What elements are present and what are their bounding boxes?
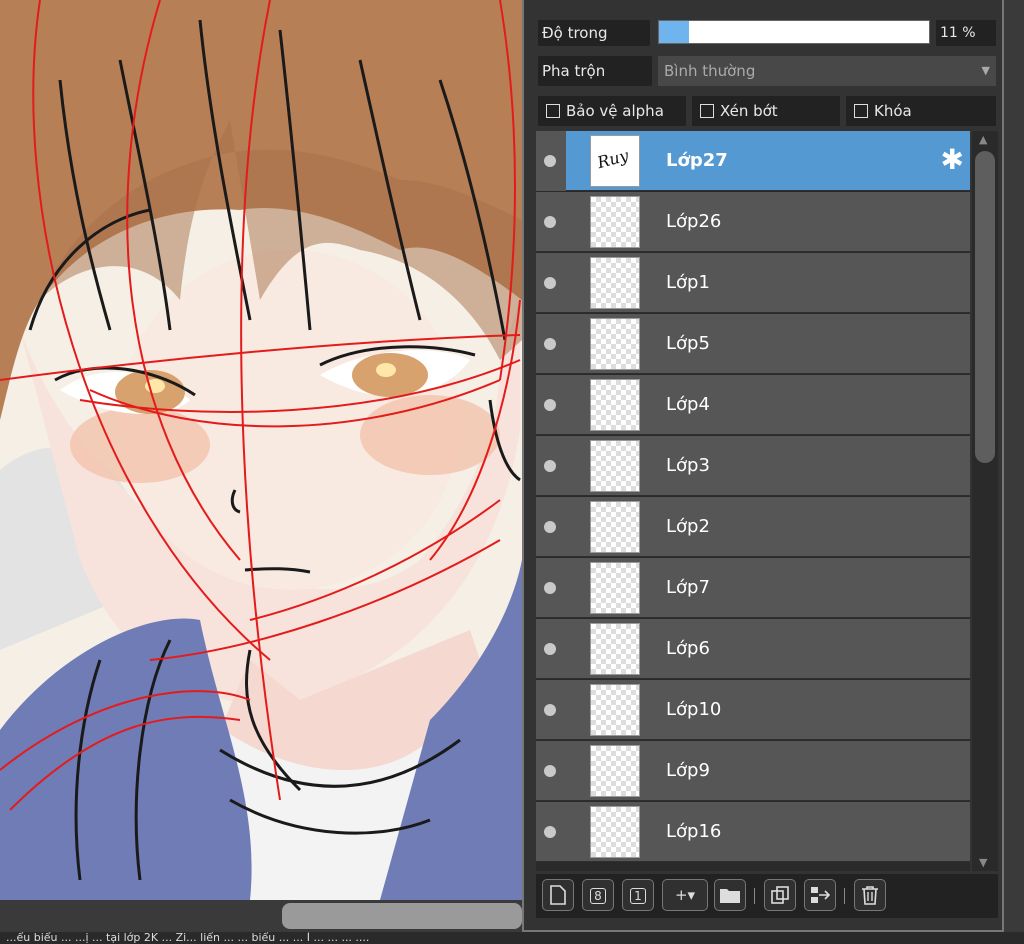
layer-thumbnail	[590, 501, 640, 553]
layer-thumbnail	[590, 379, 640, 431]
layer-name: Lớp5	[666, 333, 710, 354]
scrollbar-thumb[interactable]	[282, 903, 522, 929]
visibility-toggle-icon[interactable]	[544, 582, 556, 594]
new-1bit-layer-icon: 1	[630, 888, 646, 904]
canvas-horizontal-scrollbar[interactable]	[0, 900, 522, 932]
layer-row[interactable]: Lớp10	[536, 680, 970, 740]
checkbox-box	[854, 104, 868, 118]
layer-thumbnail	[590, 745, 640, 797]
lock-label: Khóa	[874, 102, 912, 120]
new-8bit-layer-button[interactable]: 8	[582, 879, 614, 911]
status-bar: ...ểu biểu ... ...ị ... tại lớp 2K ... Z…	[0, 932, 1024, 944]
lock-checkbox[interactable]: Khóa	[846, 96, 996, 126]
layer-row[interactable]: Lớp3	[536, 436, 970, 496]
visibility-toggle-icon[interactable]	[544, 704, 556, 716]
layer-name: Lớp7	[666, 577, 710, 598]
clipping-label: Xén bớt	[720, 102, 778, 120]
chevron-down-icon: ▼	[981, 64, 990, 77]
layer-thumbnail	[590, 257, 640, 309]
merge-down-icon	[811, 887, 831, 903]
visibility-toggle-icon[interactable]	[544, 460, 556, 472]
scroll-down-icon[interactable]: ▼	[979, 856, 987, 869]
add-layer-dropdown-icon: +▾	[674, 886, 696, 904]
opacity-slider-fill	[659, 21, 689, 43]
duplicate-layer-button[interactable]	[764, 879, 796, 911]
layer-name: Lớp3	[666, 455, 710, 476]
layer-thumbnail	[590, 562, 640, 614]
scrollbar-thumb[interactable]	[975, 151, 995, 463]
window-edge	[1004, 0, 1024, 944]
layer-toolbar: 8 1 +▾	[536, 874, 998, 918]
protect-alpha-checkbox[interactable]: Bảo vệ alpha	[538, 96, 686, 126]
opacity-slider[interactable]	[658, 20, 930, 44]
layer-thumbnail	[590, 318, 640, 370]
layer-row[interactable]: Lớp7	[536, 558, 970, 618]
visibility-toggle-icon[interactable]	[544, 338, 556, 350]
layer-row[interactable]: Lớp16	[536, 802, 970, 862]
blend-mode-value: Bình thường	[664, 62, 756, 80]
gear-icon[interactable]: ✱	[941, 145, 964, 175]
new-folder-icon	[720, 889, 740, 903]
layer-name: Lớp1	[666, 272, 710, 293]
layer-row[interactable]: Lớp4	[536, 375, 970, 435]
layer-name: Lớp27	[666, 150, 728, 171]
visibility-toggle-icon[interactable]	[544, 216, 556, 228]
layer-row[interactable]: Lớp6	[536, 619, 970, 679]
scroll-up-icon[interactable]: ▲	[979, 133, 987, 146]
layer-name: Lớp16	[666, 821, 722, 842]
visibility-toggle-icon[interactable]	[544, 643, 556, 655]
layer-thumbnail	[590, 196, 640, 248]
drawing-canvas[interactable]	[0, 0, 522, 900]
delete-layer-icon	[862, 886, 878, 905]
toolbar-separator	[844, 888, 845, 904]
layer-row[interactable]: Lớp9	[536, 741, 970, 801]
layer-row[interactable]: Lớp2	[536, 497, 970, 557]
layer-name: Lớp9	[666, 760, 710, 781]
blend-label: Pha trộn	[538, 56, 652, 86]
layer-row[interactable]: Lớp26	[536, 192, 970, 252]
visibility-toggle-icon[interactable]	[544, 826, 556, 838]
new-8bit-layer-icon: 8	[590, 888, 606, 904]
layer-row[interactable]: Ruy Lớp27 ✱	[536, 131, 970, 191]
artwork	[0, 0, 522, 900]
layer-name: Lớp2	[666, 516, 710, 537]
visibility-toggle-icon[interactable]	[544, 399, 556, 411]
layer-name: Lớp26	[666, 211, 722, 232]
layer-thumbnail: Ruy	[590, 135, 640, 187]
clipping-checkbox[interactable]: Xén bớt	[692, 96, 840, 126]
new-layer-icon	[550, 885, 566, 905]
visibility-toggle-icon[interactable]	[544, 155, 556, 167]
layer-thumbnail	[590, 806, 640, 858]
checkbox-box	[546, 104, 560, 118]
new-layer-button[interactable]	[542, 879, 574, 911]
layer-thumbnail	[590, 684, 640, 736]
checkbox-box	[700, 104, 714, 118]
new-1bit-layer-button[interactable]: 1	[622, 879, 654, 911]
layer-list: Ruy Lớp27 ✱ Lớp26 Lớp1 Lớp5 Lớp4 Lớp3 Lớp2 Lớp7 Lớ…	[536, 131, 970, 871]
visibility-toggle-icon[interactable]	[544, 521, 556, 533]
layer-name: Lớp10	[666, 699, 722, 720]
toolbar-separator	[754, 888, 755, 904]
layer-name: Lớp6	[666, 638, 710, 659]
layer-name: Lớp4	[666, 394, 710, 415]
layer-thumbnail-text: Ruy	[595, 145, 631, 173]
layer-row[interactable]: Lớp1	[536, 253, 970, 313]
blend-mode-select[interactable]: Bình thường ▼	[658, 56, 996, 86]
opacity-label: Độ trong	[538, 20, 650, 46]
layer-thumbnail	[590, 623, 640, 675]
visibility-toggle-icon[interactable]	[544, 277, 556, 289]
duplicate-layer-icon	[771, 886, 789, 904]
new-folder-button[interactable]	[714, 879, 746, 911]
add-layer-dropdown-button[interactable]: +▾	[662, 879, 708, 911]
visibility-toggle-icon[interactable]	[544, 765, 556, 777]
protect-alpha-label: Bảo vệ alpha	[566, 102, 664, 120]
opacity-value[interactable]: 11 %	[936, 20, 996, 46]
layer-thumbnail	[590, 440, 640, 492]
layer-list-scrollbar[interactable]: ▲ ▼	[972, 131, 998, 871]
merge-down-button[interactable]	[804, 879, 836, 911]
layer-panel: Độ trong 11 % Pha trộn Bình thường ▼ Bảo…	[522, 0, 1004, 932]
delete-layer-button[interactable]	[854, 879, 886, 911]
layer-row[interactable]: Lớp5	[536, 314, 970, 374]
